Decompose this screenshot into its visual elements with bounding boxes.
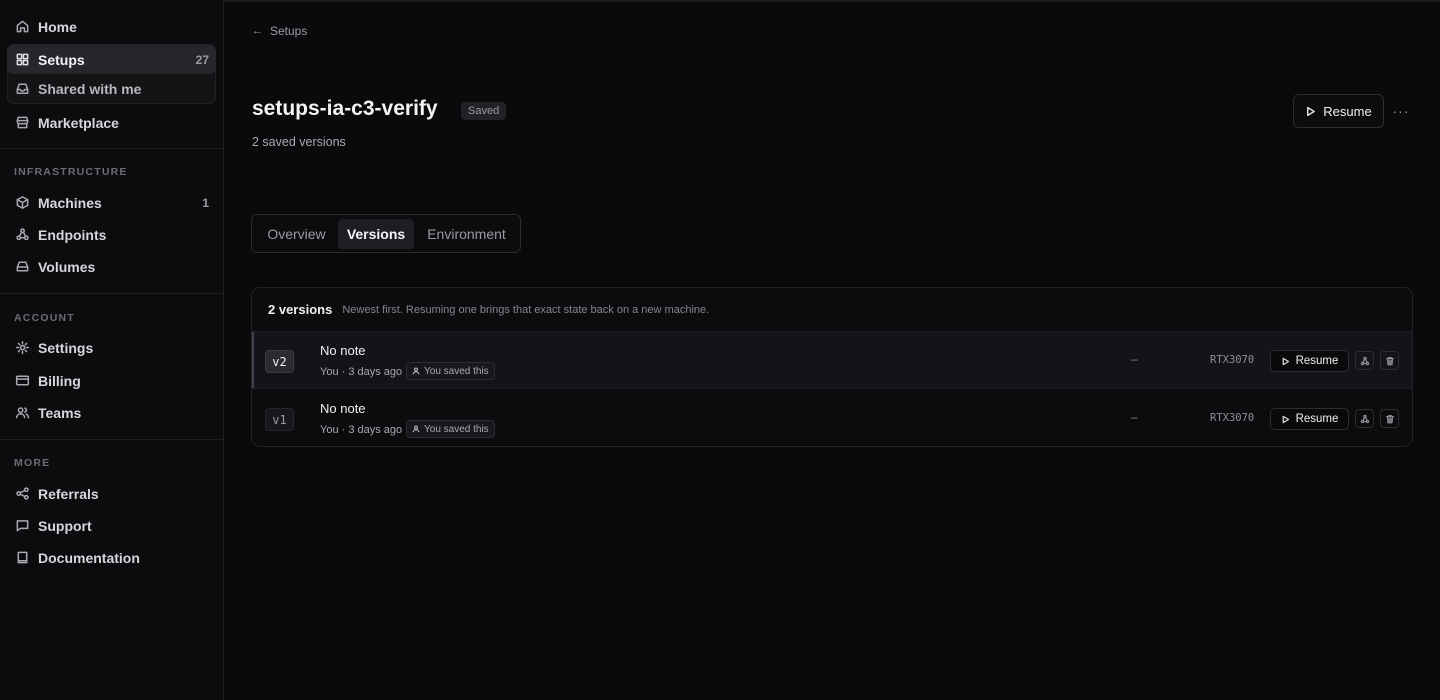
status-badge: Saved [461,102,507,120]
arrow-left-icon: ← [252,25,263,37]
tab-bar: Overview Versions Environment [251,214,521,253]
versions-hint: Newest first. Resuming one brings that e… [342,303,710,316]
sidebar-divider [0,293,223,294]
play-icon [1282,415,1289,423]
version-resume-button[interactable]: Resume [1270,408,1349,430]
sidebar-item-label: Volumes [38,258,96,275]
trash-icon [1385,356,1394,365]
sidebar-item-label: Setups [38,51,85,68]
sidebar-item-machines[interactable]: Machines 1 [7,188,216,217]
sidebar-item-endpoints[interactable]: Endpoints [7,220,216,249]
sidebar-item-label: Settings [38,339,94,356]
sidebar-item-shared-with-me[interactable]: Shared with me [7,74,216,103]
sidebar-item-label: Billing [38,372,81,389]
play-icon [1307,106,1316,116]
delete-version-button[interactable] [1380,409,1399,428]
sidebar-item-setups[interactable]: Setups 27 [7,45,216,74]
sidebar-item-label: Teams [38,404,82,421]
grid-icon [14,52,30,68]
version-gpu: RTX3070 [1210,412,1255,424]
sidebar-item-label: Home [38,18,77,35]
trash-icon [1385,414,1394,423]
inbox-icon [14,81,30,97]
webhook-icon [1360,356,1369,365]
share-version-button[interactable] [1355,409,1374,428]
resume-button[interactable]: Resume [1293,94,1384,128]
sidebar-item-label: Marketplace [38,114,119,131]
resume-button-label: Resume [1295,413,1339,425]
user-icon [412,425,420,433]
versions-count: 2 versions [268,302,333,317]
version-meta: You · 3 days ago [320,424,403,436]
sidebar-divider [0,148,223,149]
machines-count-badge: 1 [202,195,209,210]
version-tag: v2 [265,350,294,373]
user-icon [412,367,420,375]
webhook-icon [1360,414,1369,423]
resume-button-label: Resume [1323,103,1372,119]
saved-by-label: You saved this [424,423,489,435]
sidebar-item-marketplace[interactable]: Marketplace [7,108,216,137]
sidebar-item-documentation[interactable]: Documentation [7,543,216,572]
sidebar-item-label: Support [38,517,92,534]
sidebar-item-settings[interactable]: Settings [7,333,216,362]
sidebar-item-label: Machines [38,194,102,211]
back-link-label: Setups [270,24,308,38]
sidebar-divider [0,439,223,440]
store-icon [14,115,30,131]
setups-count-badge: 27 [195,52,209,67]
version-meta: You · 3 days ago [320,366,403,378]
version-note: No note [320,401,366,416]
version-row[interactable]: v1 No note You · 3 days ago You saved th… [252,390,1412,446]
version-resume-button[interactable]: Resume [1270,350,1349,372]
saved-by-badge: You saved this [406,420,495,438]
tab-environment[interactable]: Environment [416,219,517,249]
users-icon [14,405,30,421]
drive-icon [14,259,30,275]
back-to-setups-link[interactable]: ← Setups [252,23,307,39]
sidebar-item-label: Shared with me [38,80,142,97]
sidebar-item-referrals[interactable]: Referrals [7,479,216,508]
sidebar: Home Setups 27 Shared with me Marketplac… [0,0,224,700]
sidebar-item-home[interactable]: Home [7,12,216,41]
versions-panel: 2 versions Newest first. Resuming one br… [251,287,1413,447]
version-tag: v1 [265,408,294,431]
sidebar-item-label: Endpoints [38,226,107,243]
page-subtitle: 2 saved versions [252,135,346,149]
section-label-infrastructure: INFRASTRUCTURE [14,166,128,178]
version-size: – [1131,352,1138,366]
sidebar-item-label: Documentation [38,549,140,566]
tab-versions[interactable]: Versions [338,219,414,249]
cube-icon [14,195,30,211]
page-title: setups-ia-c3-verify [252,97,438,120]
section-label-account: ACCOUNT [14,312,75,324]
section-label-more: MORE [14,457,51,469]
gear-icon [14,340,30,356]
sidebar-item-label: Referrals [38,485,99,502]
version-gpu: RTX3070 [1210,354,1255,366]
chat-icon [14,518,30,534]
saved-by-badge: You saved this [406,362,495,380]
versions-header: 2 versions Newest first. Resuming one br… [252,288,1412,332]
more-options-button[interactable]: ··· [1391,100,1411,122]
sidebar-item-billing[interactable]: Billing [7,366,216,395]
saved-by-label: You saved this [424,365,489,377]
book-icon [14,550,30,566]
share-icon [14,486,30,502]
share-version-button[interactable] [1355,351,1374,370]
tab-overview[interactable]: Overview [256,219,337,249]
version-size: – [1131,410,1138,424]
card-icon [14,373,30,389]
delete-version-button[interactable] [1380,351,1399,370]
webhook-icon [14,227,30,243]
sidebar-item-volumes[interactable]: Volumes [7,252,216,281]
version-row[interactable]: v2 No note You · 3 days ago You saved th… [252,332,1412,389]
version-note: No note [320,343,366,358]
sidebar-item-support[interactable]: Support [7,511,216,540]
resume-button-label: Resume [1295,355,1339,367]
play-icon [1282,357,1289,365]
home-icon [14,19,30,35]
sidebar-item-teams[interactable]: Teams [7,398,216,427]
